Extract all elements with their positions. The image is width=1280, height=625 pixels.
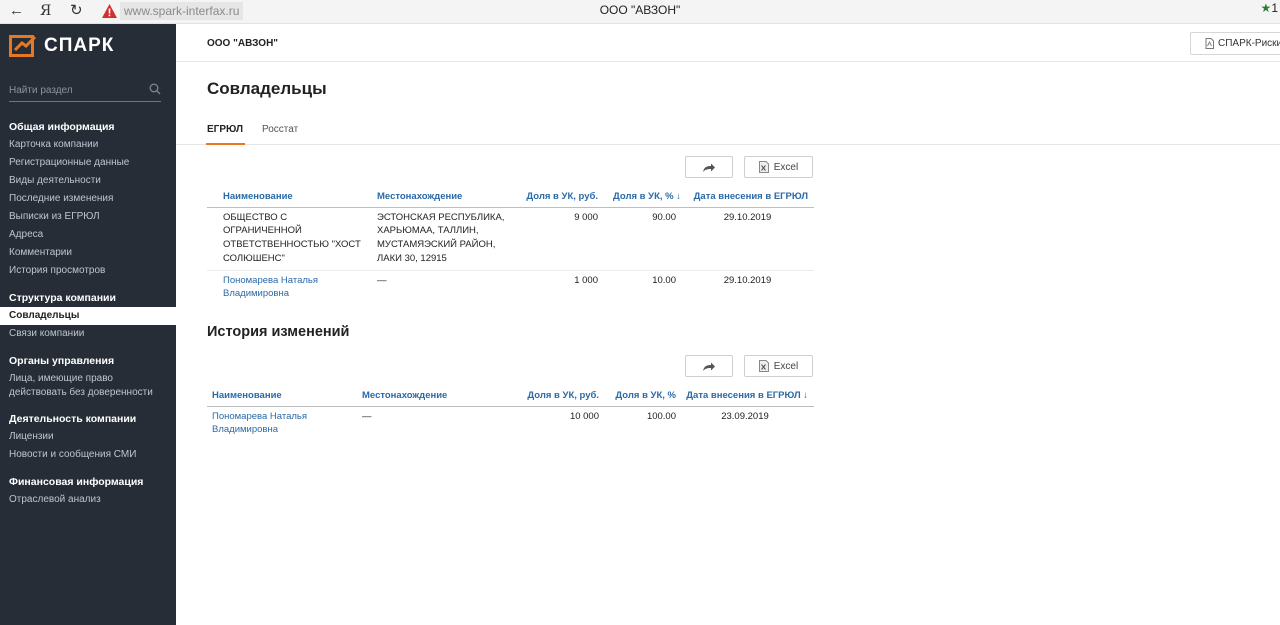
table-row: ОБЩЕСТВО С ОГРАНИЧЕННОЙ ОТВЕТСТВЕННОСТЬЮ… — [207, 207, 814, 271]
spark-risks-label: СПАРК-Риски — [1218, 38, 1280, 49]
sidebar-item-addresses[interactable]: Адреса — [0, 226, 176, 244]
sidebar-item-company-links[interactable]: Связи компании — [0, 325, 176, 343]
sidebar-item-news[interactable]: Новости и сообщения СМИ — [0, 446, 176, 464]
history-table: Наименование Местонахождение Доля в УК, … — [207, 386, 814, 441]
owner-name: ОБЩЕСТВО С ОГРАНИЧЕННОЙ ОТВЕТСТВЕННОСТЬЮ… — [207, 207, 377, 271]
bookmark-star-icon[interactable]: ★1 — [1261, 1, 1278, 15]
spark-logo[interactable]: СПАРК — [9, 34, 114, 58]
history-share-rub: 10 000 — [569, 410, 599, 422]
owner-share-pct: 90.00 — [598, 207, 681, 271]
sidebar-item-licenses[interactable]: Лицензии — [0, 428, 176, 446]
column-header-date[interactable]: Дата внесения в ЕГРЮЛ ↓ — [676, 386, 814, 407]
column-header-share-rub[interactable]: Доля в УК, руб. — [512, 386, 599, 407]
reload-icon[interactable]: ↻ — [70, 2, 83, 20]
share-icon — [703, 163, 715, 172]
owners-table: Наименование Местонахождение Доля в УК, … — [207, 187, 814, 305]
warning-icon[interactable] — [101, 3, 118, 19]
history-title: История изменений — [207, 324, 350, 340]
owner-name-link[interactable]: Пономарева Наталья Владимировна — [207, 270, 377, 305]
sidebar-item-authorized-persons[interactable]: Лица, имеющие право действовать без дове… — [0, 370, 176, 401]
history-excel-export-button[interactable]: Excel — [744, 355, 813, 377]
history-location: — — [362, 410, 372, 422]
spark-risks-button[interactable]: СПАРК-Риски — [1190, 32, 1280, 55]
excel-export-button[interactable]: Excel — [744, 156, 813, 178]
logo-text: СПАРК — [44, 35, 115, 56]
section-search-input[interactable] — [9, 80, 139, 101]
column-header-location[interactable]: Местонахождение — [362, 386, 512, 407]
back-arrow-icon[interactable]: ← — [9, 2, 24, 20]
owner-date: 29.10.2019 — [723, 274, 772, 286]
menu-group-title: Финансовая информация — [9, 476, 144, 488]
excel-icon — [758, 161, 769, 173]
sidebar-item-egrul-extracts[interactable]: Выписки из ЕГРЮЛ — [0, 208, 176, 226]
sidebar-item-company-card[interactable]: Карточка компании — [0, 136, 176, 154]
pdf-icon — [1205, 38, 1214, 49]
yandex-button[interactable]: Я — [40, 2, 51, 20]
excel-label: Excel — [773, 161, 799, 173]
owner-location: — — [377, 274, 387, 286]
browser-toolbar: ← Я ↻ www.spark-interfax.ru ООО "АВЗОН" … — [0, 0, 1280, 24]
sidebar-menu: Общая информация Карточка компании Регис… — [0, 118, 176, 518]
menu-group-management: Органы управления Лица, имеющие право де… — [0, 352, 176, 401]
menu-group-structure: Структура компании Совладельцы Связи ком… — [0, 289, 176, 343]
star-icon: ★ — [1260, 1, 1272, 15]
share-button[interactable] — [685, 156, 733, 178]
sidebar-item-activities[interactable]: Виды деятельности — [0, 172, 176, 190]
owner-share-rub: 1 000 — [574, 274, 598, 286]
bookmark-count: 1 — [1271, 1, 1278, 15]
menu-group-title: Общая информация — [9, 121, 115, 133]
table-row: Пономарева Наталья Владимировна — 10 000… — [207, 406, 814, 441]
menu-group-title: Деятельность компании — [9, 413, 137, 425]
sidebar-item-view-history[interactable]: История просмотров — [0, 262, 176, 280]
column-header-name[interactable]: Наименование — [207, 386, 362, 407]
tab-egrul[interactable]: ЕГРЮЛ — [206, 124, 245, 145]
column-header-share-pct[interactable]: Доля в УК, % ↓ — [598, 187, 681, 208]
spark-logo-icon — [9, 35, 37, 57]
sidebar-search — [9, 80, 161, 102]
menu-group-finance: Финансовая информация Отраслевой анализ — [0, 473, 176, 509]
history-share-button[interactable] — [685, 355, 733, 377]
sidebar: СПАРК Общая информация Карточка компании… — [0, 24, 176, 625]
table-row: Пономарева Наталья Владимировна — 1 000 … — [207, 270, 814, 305]
column-header-date[interactable]: Дата внесения в ЕГРЮЛ — [681, 187, 814, 208]
column-header-share-pct[interactable]: Доля в УК, % — [599, 386, 676, 407]
source-tabs: ЕГРЮЛ Росстат — [176, 117, 1280, 145]
address-bar[interactable]: www.spark-interfax.ru — [120, 2, 244, 20]
sidebar-item-recent-changes[interactable]: Последние изменения — [0, 190, 176, 208]
table-header-row: Наименование Местонахождение Доля в УК, … — [207, 386, 814, 407]
company-name: ООО "АВЗОН" — [207, 38, 279, 49]
menu-group-activity: Деятельность компании Лицензии Новости и… — [0, 410, 176, 464]
tab-rosstat[interactable]: Росстат — [262, 124, 298, 135]
owner-location: ЭСТОНСКАЯ РЕСПУБЛИКА, ХАРЬЮМАА, ТАЛЛИН, … — [377, 207, 518, 271]
excel-icon — [758, 360, 769, 372]
table-header-row: Наименование Местонахождение Доля в УК, … — [207, 187, 814, 208]
column-header-name[interactable]: Наименование — [207, 187, 377, 208]
content-header: ООО "АВЗОН" СПАРК-Риски — [176, 24, 1280, 62]
owner-share-pct: 10.00 — [652, 274, 676, 286]
owner-date: 29.10.2019 — [681, 207, 814, 271]
owner-share-rub: 9 000 — [518, 207, 598, 271]
history-share-pct: 100.00 — [646, 410, 676, 422]
sidebar-item-industry-analysis[interactable]: Отраслевой анализ — [0, 491, 176, 509]
sidebar-item-co-owners[interactable]: Совладельцы — [0, 307, 176, 325]
share-icon — [703, 362, 715, 371]
menu-group-title: Органы управления — [9, 355, 115, 367]
history-name-link[interactable]: Пономарева Наталья Владимировна — [207, 406, 362, 441]
column-header-location[interactable]: Местонахождение — [377, 187, 518, 208]
sidebar-item-registration[interactable]: Регистрационные данные — [0, 154, 176, 172]
column-header-share-rub[interactable]: Доля в УК, руб. — [518, 187, 598, 208]
excel-label: Excel — [773, 360, 799, 372]
sidebar-item-comments[interactable]: Комментарии — [0, 244, 176, 262]
menu-group-title: Структура компании — [9, 292, 116, 304]
page-title: Совладельцы — [207, 79, 327, 98]
search-icon[interactable] — [149, 83, 161, 95]
history-date: 23.09.2019 — [721, 410, 769, 422]
menu-group-general: Общая информация Карточка компании Регис… — [0, 118, 176, 280]
